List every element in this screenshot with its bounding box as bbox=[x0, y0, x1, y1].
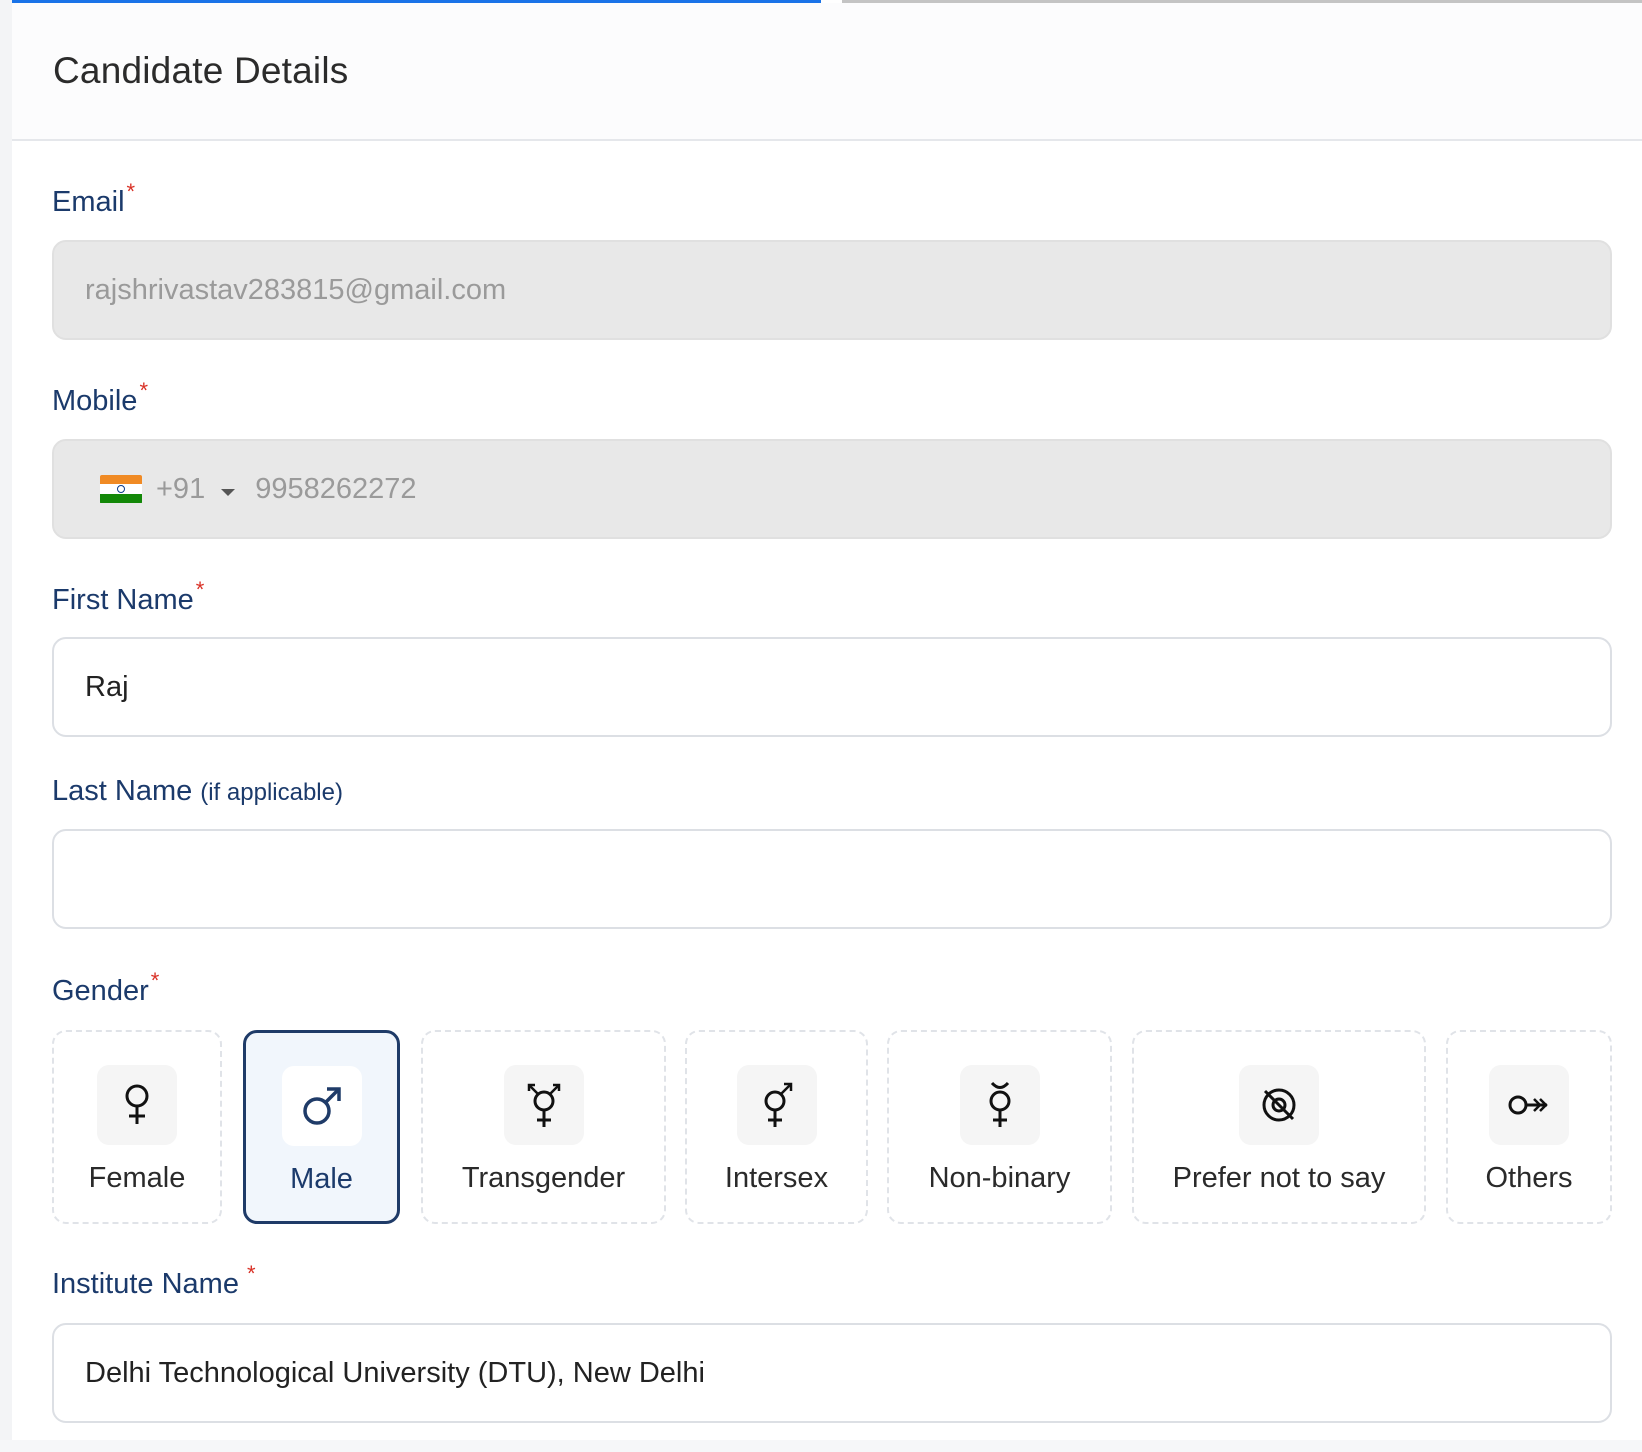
gender-option-label: Others bbox=[1485, 1162, 1573, 1194]
gender-option-label: Female bbox=[88, 1162, 186, 1194]
gender-label: Gender* bbox=[52, 968, 159, 1008]
first-name-label-text: First Name bbox=[52, 584, 194, 616]
last-name-hint: (if applicable) bbox=[200, 779, 343, 806]
india-flag-icon[interactable] bbox=[100, 474, 142, 504]
gender-options: Female Male Transgender Intersex Non-bin bbox=[52, 1030, 1612, 1224]
gender-option-male[interactable]: Male bbox=[243, 1030, 400, 1224]
email-label-text: Email bbox=[52, 186, 125, 218]
left-gutter bbox=[0, 0, 12, 1452]
first-name-label: First Name* bbox=[52, 577, 204, 617]
mobile-label: Mobile* bbox=[52, 378, 148, 418]
email-label: Email* bbox=[52, 179, 135, 219]
gender-option-non-binary[interactable]: Non-binary bbox=[887, 1030, 1112, 1224]
required-marker: * bbox=[150, 968, 160, 993]
first-name-field[interactable] bbox=[52, 637, 1612, 737]
institute-label-text: Institute Name bbox=[52, 1268, 239, 1300]
required-marker: * bbox=[246, 1261, 256, 1286]
gender-label-text: Gender bbox=[52, 975, 149, 1007]
gender-option-label: Transgender bbox=[461, 1162, 626, 1194]
others-icon bbox=[1489, 1065, 1569, 1145]
required-marker: * bbox=[139, 378, 148, 403]
last-name-label: Last Name (if applicable) bbox=[52, 775, 343, 808]
gender-option-label: Intersex bbox=[724, 1162, 829, 1194]
bottom-edge bbox=[0, 1440, 1642, 1452]
section-header: Candidate Details bbox=[12, 3, 1642, 141]
first-name-input[interactable] bbox=[85, 670, 1610, 704]
gender-option-transgender[interactable]: Transgender bbox=[421, 1030, 666, 1224]
chevron-down-icon[interactable] bbox=[221, 488, 236, 496]
male-icon bbox=[281, 1066, 362, 1146]
required-marker: * bbox=[126, 179, 136, 204]
email-field[interactable] bbox=[52, 240, 1612, 340]
intersex-icon bbox=[736, 1065, 817, 1145]
female-icon bbox=[97, 1065, 177, 1145]
gender-option-prefer-not-to-say[interactable]: Prefer not to say bbox=[1132, 1030, 1426, 1224]
institute-label: Institute Name * bbox=[52, 1261, 256, 1301]
gender-option-female[interactable]: Female bbox=[52, 1030, 222, 1224]
mobile-field[interactable]: +91 9958262272 bbox=[52, 439, 1612, 539]
transgender-icon bbox=[503, 1065, 584, 1145]
required-marker: * bbox=[195, 577, 205, 602]
gender-option-others[interactable]: Others bbox=[1446, 1030, 1612, 1224]
last-name-input[interactable] bbox=[85, 862, 1610, 896]
institute-input[interactable] bbox=[85, 1356, 1610, 1390]
institute-field[interactable] bbox=[52, 1323, 1612, 1423]
non-binary-icon bbox=[959, 1065, 1040, 1145]
gender-option-label: Male bbox=[290, 1163, 353, 1195]
mobile-input[interactable]: 9958262272 bbox=[255, 473, 416, 506]
gender-option-label: Prefer not to say bbox=[1172, 1162, 1386, 1194]
email-input[interactable] bbox=[85, 273, 1610, 307]
mobile-label-text: Mobile bbox=[52, 385, 138, 417]
last-name-field[interactable] bbox=[52, 829, 1612, 929]
prefer-not-to-say-icon bbox=[1239, 1065, 1319, 1145]
page-title: Candidate Details bbox=[53, 50, 349, 91]
gender-option-label: Non-binary bbox=[928, 1162, 1071, 1194]
gender-option-intersex[interactable]: Intersex bbox=[685, 1030, 868, 1224]
last-name-label-text: Last Name bbox=[52, 775, 193, 807]
country-code[interactable]: +91 bbox=[156, 473, 205, 506]
